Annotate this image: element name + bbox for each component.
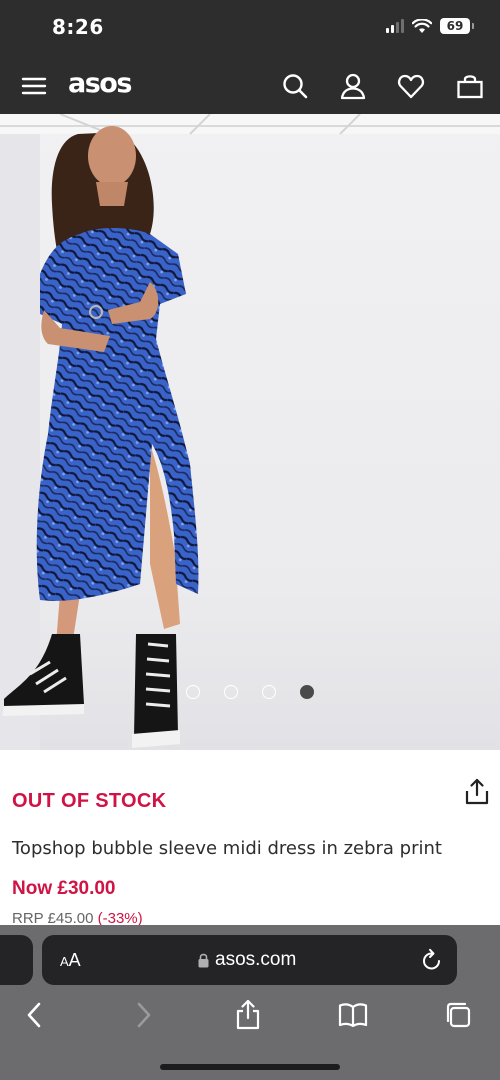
share-icon[interactable]: [464, 778, 490, 806]
address-bar[interactable]: AA asos.com: [42, 935, 457, 985]
bookmarks-icon[interactable]: [338, 999, 368, 1031]
product-price: Now £30.00: [12, 878, 116, 899]
browser-toolbar: [0, 999, 500, 1039]
signal-icon: [386, 19, 404, 33]
site-header: asos: [0, 58, 500, 114]
share-sheet-icon[interactable]: [233, 999, 263, 1031]
carousel-dot-2[interactable]: [224, 685, 238, 699]
status-bar: 8:26 69: [0, 0, 500, 58]
asos-logo[interactable]: asos: [68, 68, 132, 99]
battery-indicator: 69: [440, 18, 474, 34]
reload-icon[interactable]: [421, 948, 443, 972]
wifi-icon: [412, 18, 432, 33]
product-photo: [0, 114, 500, 750]
carousel-dots: [186, 685, 314, 699]
carousel-dot-3[interactable]: [262, 685, 276, 699]
product-image-carousel[interactable]: [0, 114, 500, 750]
previous-tab[interactable]: [0, 935, 33, 985]
stock-status: OUT OF STOCK: [12, 790, 167, 812]
tabs-icon[interactable]: [444, 999, 474, 1031]
bag-icon[interactable]: [456, 72, 484, 100]
carousel-dot-1[interactable]: [186, 685, 200, 699]
status-time: 8:26: [52, 15, 104, 39]
carousel-dot-4[interactable]: [300, 685, 314, 699]
home-indicator: [160, 1064, 340, 1070]
forward-icon[interactable]: [128, 999, 158, 1031]
lock-icon: [198, 953, 209, 967]
product-title: Topshop bubble sleeve midi dress in zebr…: [12, 838, 442, 859]
browser-chrome: AA asos.com: [0, 925, 500, 1080]
menu-icon[interactable]: [20, 72, 48, 100]
account-icon[interactable]: [339, 72, 367, 100]
url-text: asos.com: [215, 949, 297, 970]
heart-icon[interactable]: [397, 72, 425, 100]
reader-settings-button[interactable]: AA: [60, 950, 81, 971]
aa-label: AA: [60, 950, 81, 970]
url-display[interactable]: asos.com: [198, 949, 296, 971]
status-indicators: 69: [386, 18, 474, 34]
search-icon[interactable]: [281, 72, 309, 100]
product-details: OUT OF STOCK Topshop bubble sleeve midi …: [0, 750, 500, 927]
product-page: 8:26 69 asos OUT OF STOCK Topshop bubble…: [0, 0, 500, 1080]
back-icon[interactable]: [20, 999, 50, 1031]
